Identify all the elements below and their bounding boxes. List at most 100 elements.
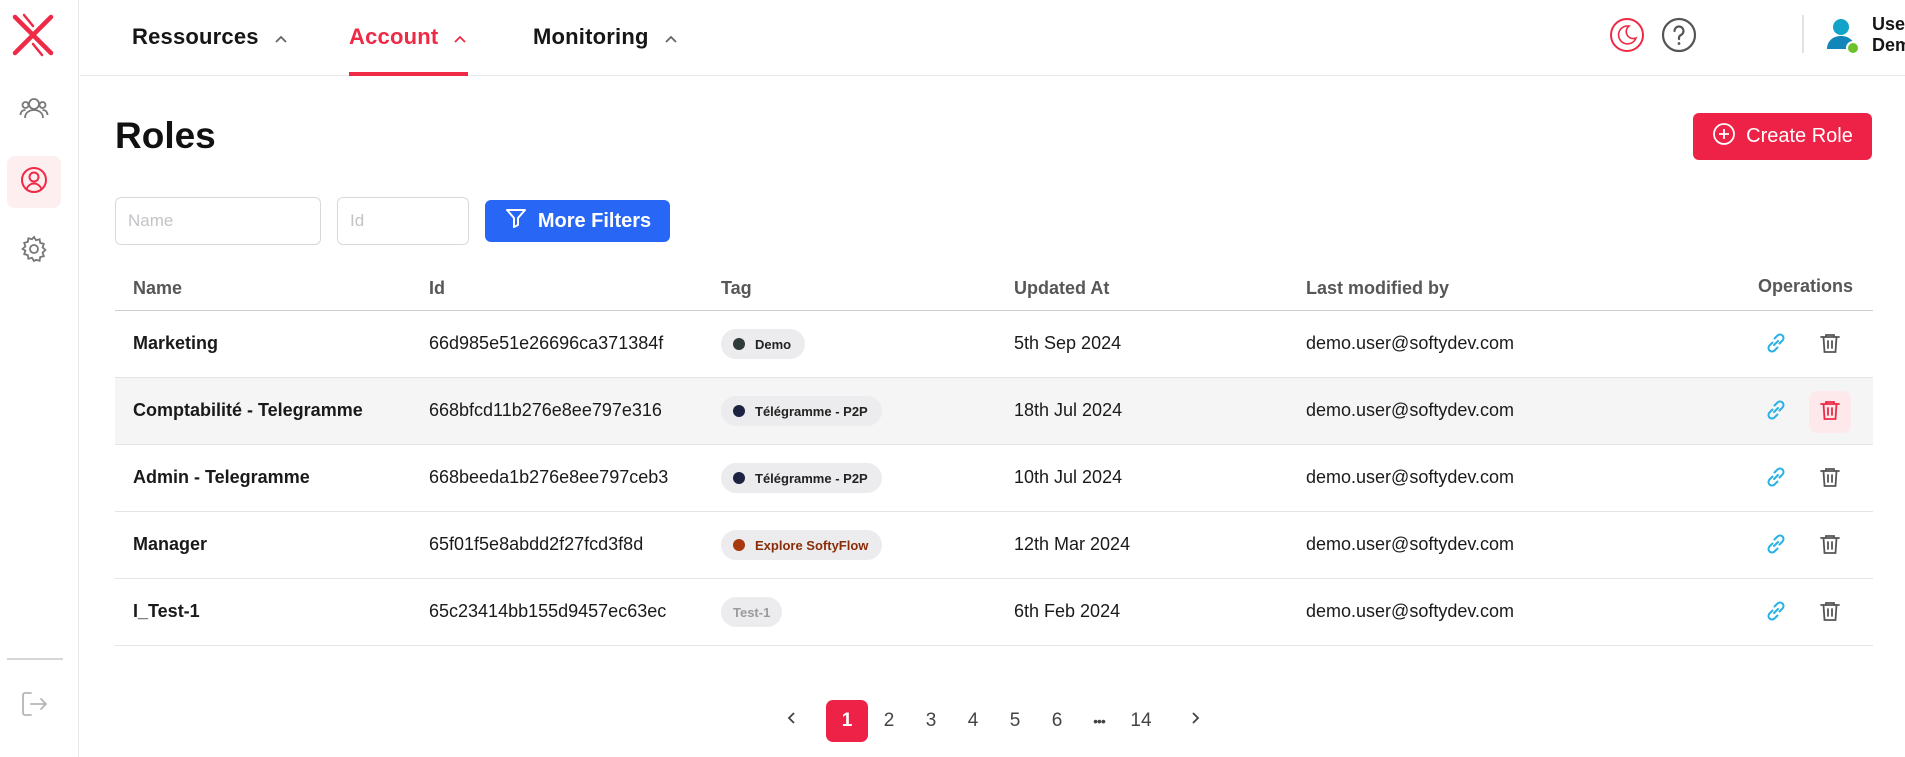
tab-label: Account [349, 24, 439, 49]
role-name: Admin - Telegramme [133, 467, 310, 487]
link-icon [1763, 598, 1789, 629]
role-id: 65f01f5e8abdd2f27fcd3f8d [429, 534, 644, 554]
filter-icon [504, 206, 528, 236]
tab-ressources[interactable]: Ressources [132, 24, 289, 76]
plus-circle-icon [1712, 122, 1736, 152]
create-role-label: Create Role [1746, 125, 1853, 147]
link-icon [1763, 464, 1789, 495]
delete-button[interactable] [1809, 324, 1851, 366]
table-row[interactable]: I_Test-1 65c23414bb155d9457ec63ec Test-1… [115, 579, 1873, 646]
link-button[interactable] [1755, 324, 1797, 366]
tag-label: Télégramme - P2P [755, 403, 868, 419]
page-button[interactable]: 3 [910, 700, 952, 742]
next-page-button[interactable] [1174, 700, 1216, 742]
help-icon [1661, 17, 1697, 57]
page-button[interactable]: 4 [952, 700, 994, 742]
tag-dot [733, 472, 745, 484]
role-name: Manager [133, 534, 208, 554]
gear-icon [19, 234, 49, 269]
link-button[interactable] [1755, 592, 1797, 634]
more-filters-label: More Filters [537, 209, 652, 232]
tag-dot [733, 405, 745, 417]
role-name: Marketing [133, 333, 219, 353]
tag-dot [733, 539, 745, 551]
tag-label: Test-1 [733, 604, 771, 620]
users-icon [19, 93, 49, 128]
role-tag: Test-1 [721, 597, 783, 627]
page-button[interactable]: 1 [826, 700, 868, 742]
delete-button[interactable] [1809, 458, 1851, 500]
help-button[interactable] [1661, 17, 1697, 53]
last-modified-by: demo.user@softydev.com [1306, 601, 1515, 621]
column-header-name[interactable]: Name [133, 278, 182, 299]
tab-monitoring[interactable]: Monitoring [533, 24, 679, 76]
tag-label: Télégramme - P2P [755, 470, 868, 486]
user-menu[interactable]: User Demo [1824, 14, 1905, 56]
tab-label: Monitoring [533, 24, 649, 49]
trash-icon [1818, 532, 1842, 561]
id-filter-input[interactable] [337, 197, 469, 245]
last-modified-by: demo.user@softydev.com [1306, 333, 1515, 353]
page-ellipsis[interactable]: ••• [1078, 700, 1120, 742]
sidebar-item-users[interactable] [7, 84, 61, 136]
chevron-up-icon [273, 28, 289, 54]
page-button[interactable]: 2 [868, 700, 910, 742]
delete-button[interactable] [1809, 525, 1851, 567]
sidebar-item-settings[interactable] [7, 225, 61, 277]
delete-button[interactable] [1809, 592, 1851, 634]
top-navigation: Ressources Account Monitoring Use Dem [80, 0, 1905, 76]
tag-label: Explore SoftyFlow [755, 537, 869, 553]
column-header-operations: Operations [1758, 276, 1854, 296]
link-button[interactable] [1755, 458, 1797, 500]
table-row[interactable]: Marketing 66d985e51e26696ca371384f Demo … [115, 311, 1873, 378]
sidebar [0, 0, 79, 757]
tag-label: Demo [755, 336, 792, 352]
table-row[interactable]: Comptabilité - Telegramme 668bfcd11b276e… [115, 378, 1873, 445]
moon-sun-icon [1609, 18, 1645, 57]
column-header-last-modified-by[interactable]: Last modified by [1306, 278, 1449, 299]
name-filter-input[interactable] [115, 197, 321, 245]
role-name: I_Test-1 [133, 601, 200, 621]
create-role-button[interactable]: Create Role [1693, 113, 1872, 160]
trash-icon [1818, 398, 1842, 427]
last-modified-by: demo.user@softydev.com [1306, 467, 1515, 487]
chevron-right-icon [1187, 710, 1203, 732]
theme-toggle-button[interactable] [1609, 17, 1645, 53]
page-button[interactable]: 5 [994, 700, 1036, 742]
delete-button[interactable] [1809, 391, 1851, 433]
role-tag: Explore SoftyFlow [721, 530, 883, 560]
tab-account[interactable]: Account [349, 24, 469, 76]
trash-icon [1818, 331, 1842, 360]
link-button[interactable] [1755, 391, 1797, 433]
column-header-id[interactable]: Id [429, 278, 445, 299]
updated-at: 12th Mar 2024 [1014, 534, 1131, 554]
user-circle-icon [19, 165, 49, 200]
column-header-updated-at[interactable]: Updated At [1014, 278, 1109, 299]
sidebar-item-account[interactable] [7, 156, 61, 208]
link-button[interactable] [1755, 525, 1797, 567]
tab-label: Ressources [132, 24, 259, 49]
chevron-left-icon [784, 710, 800, 732]
user-name: User Demo [1872, 14, 1905, 55]
updated-at: 18th Jul 2024 [1014, 400, 1123, 420]
app-logo[interactable] [10, 12, 56, 58]
sidebar-divider [7, 658, 63, 660]
table-row[interactable]: Admin - Telegramme 668beeda1b276e8ee797c… [115, 445, 1873, 512]
more-filters-button[interactable]: More Filters [485, 200, 670, 242]
chevron-up-icon [452, 28, 468, 54]
updated-at: 5th Sep 2024 [1014, 333, 1122, 353]
column-header-tag[interactable]: Tag [721, 278, 752, 299]
table-header: Name Id Tag Updated At Last modified by … [115, 268, 1873, 311]
link-icon [1763, 397, 1789, 428]
page-button[interactable]: 6 [1036, 700, 1078, 742]
page-button[interactable]: 14 [1120, 700, 1162, 742]
role-tag: Télégramme - P2P [721, 463, 882, 493]
link-icon [1763, 330, 1789, 361]
pagination: 1 2 3 4 5 6 ••• 14 [0, 700, 1905, 742]
link-icon [1763, 531, 1789, 562]
role-id: 66d985e51e26696ca371384f [429, 333, 664, 353]
table-row[interactable]: Manager 65f01f5e8abdd2f27fcd3f8d Explore… [115, 512, 1873, 579]
previous-page-button[interactable] [771, 700, 813, 742]
trash-icon [1818, 599, 1842, 628]
last-modified-by: demo.user@softydev.com [1306, 400, 1515, 420]
